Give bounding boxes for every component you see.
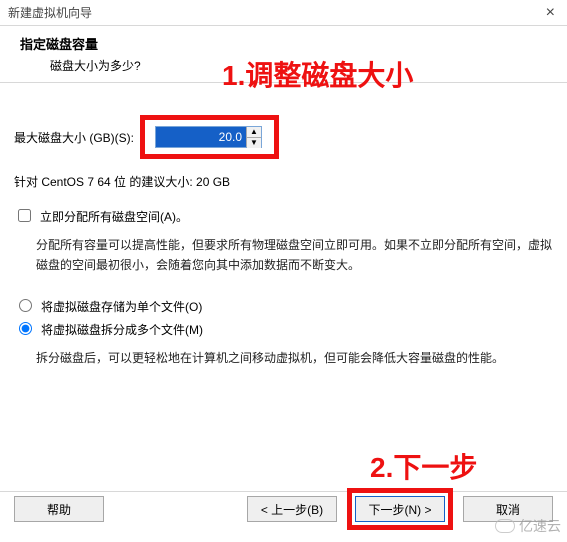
back-button[interactable]: < 上一步(B) — [247, 496, 337, 522]
page-subtitle: 磁盘大小为多少? — [20, 53, 553, 74]
disk-size-stepper[interactable]: ▲ ▼ — [155, 126, 262, 148]
cancel-button[interactable]: 取消 — [463, 496, 553, 522]
store-single-file-label: 将虚拟磁盘存储为单个文件(O) — [41, 298, 202, 315]
split-multi-file-label: 将虚拟磁盘拆分成多个文件(M) — [41, 321, 203, 338]
help-button[interactable]: 帮助 — [14, 496, 104, 522]
allocate-now-label: 立即分配所有磁盘空间(A)。 — [40, 208, 188, 225]
annotation-box-2: 下一步(N) > — [347, 488, 453, 530]
spin-up-icon[interactable]: ▲ — [247, 127, 261, 138]
disk-size-input[interactable] — [156, 127, 246, 147]
annotation-text-2: 2.下一步 — [370, 446, 477, 486]
split-description: 拆分磁盘后，可以更轻松地在计算机之间移动虚拟机，但可能会降低大容量磁盘的性能。 — [14, 344, 553, 374]
split-multi-file-radio[interactable] — [19, 322, 32, 335]
window-title: 新建虚拟机向导 — [8, 4, 92, 21]
allocate-now-checkbox[interactable] — [18, 209, 31, 222]
allocate-description: 分配所有容量可以提高性能，但要求所有物理磁盘空间立即可用。如果不立即分配所有空间… — [14, 231, 553, 282]
spin-down-icon[interactable]: ▼ — [247, 138, 261, 148]
store-single-file-radio[interactable] — [19, 299, 32, 312]
recommended-size-text: 针对 CentOS 7 64 位 的建议大小: 20 GB — [14, 173, 553, 190]
close-icon[interactable]: × — [542, 5, 559, 21]
page-title: 指定磁盘容量 — [20, 34, 553, 53]
disk-size-label: 最大磁盘大小 (GB)(S): — [14, 129, 134, 146]
next-button[interactable]: 下一步(N) > — [355, 496, 445, 522]
annotation-box-1: ▲ ▼ — [140, 115, 279, 159]
